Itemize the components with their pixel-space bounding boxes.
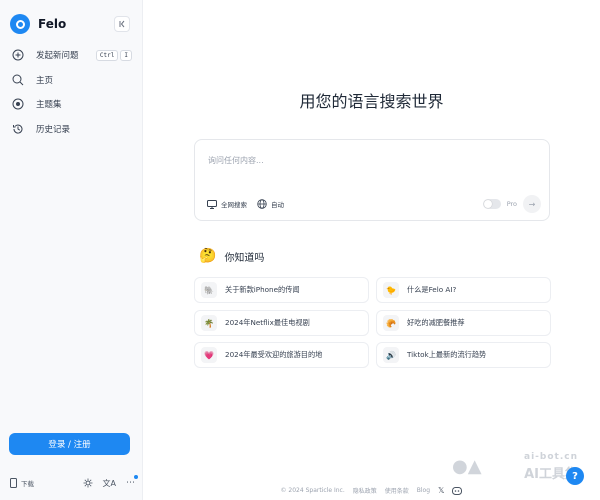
- collapse-sidebar-button[interactable]: [114, 16, 130, 32]
- suggestion-text: 2024年Netflix最佳电视剧: [225, 318, 310, 327]
- copyright: © 2024 Sparticle Inc.: [280, 487, 345, 494]
- suggestion-text: 什么是Felo AI?: [407, 285, 457, 294]
- login-register-button[interactable]: 登录 / 注册: [9, 433, 130, 455]
- did-you-know-header: 🤔 你知道吗: [199, 248, 264, 264]
- pro-toggle[interactable]: [482, 199, 501, 209]
- suggestion-card[interactable]: 💗 2024年最受欢迎的旅游目的地: [194, 342, 369, 368]
- palm-tree-icon: 🌴: [201, 315, 217, 331]
- suggestion-text: 好吃的减肥餐推荐: [407, 318, 465, 327]
- search-actions: Pro →: [482, 195, 541, 213]
- page-title: 用您的语言搜索世界: [299, 92, 444, 111]
- thinking-face-icon: 🤔: [199, 248, 217, 264]
- watermark-line1: ai-bot.cn: [524, 452, 578, 462]
- kbd-i: I: [120, 49, 132, 61]
- phone-icon: [10, 478, 17, 488]
- monitor-icon: [207, 199, 217, 209]
- search-input[interactable]: 询问任何内容...: [208, 155, 264, 166]
- arrow-right-icon: →: [528, 199, 536, 209]
- chick-icon: 🐤: [383, 282, 399, 298]
- suggestion-text: 关于新款iPhone的传闻: [225, 285, 300, 294]
- suggestion-card[interactable]: 🔊 Tiktok上最新的流行趋势: [376, 342, 551, 368]
- sidebar-item-label: 主题集: [36, 100, 62, 110]
- notification-dot: [134, 475, 138, 479]
- footer: © 2024 Sparticle Inc. 隐私政策 使用条款 Blog 𝕏: [143, 486, 600, 495]
- sidebar-item-home[interactable]: 主页: [12, 70, 132, 90]
- felo-logo-icon: [10, 14, 30, 34]
- download-button[interactable]: 下载: [10, 478, 34, 488]
- send-button[interactable]: →: [523, 195, 541, 213]
- language-selector[interactable]: 自动: [257, 199, 284, 209]
- kbd-ctrl: Ctrl: [95, 49, 119, 61]
- main-content: 用您的语言搜索世界 询问任何内容... 全网搜索 自动 Pro → 🤔 你知道吗…: [143, 0, 600, 500]
- source-label: 全网搜索: [221, 201, 247, 209]
- suggestion-text: Tiktok上最新的流行趋势: [407, 350, 487, 359]
- brand-name: Felo: [38, 17, 67, 31]
- suggestion-text: 2024年最受欢迎的旅游目的地: [225, 350, 323, 359]
- elephant-icon: 🐘: [201, 282, 217, 298]
- topic-collection-icon: [12, 98, 24, 110]
- speaker-icon: 🔊: [383, 347, 399, 363]
- search-icon: [12, 74, 24, 86]
- brand[interactable]: Felo: [10, 14, 66, 34]
- heart-icon: 💗: [201, 347, 217, 363]
- theme-sun-icon[interactable]: [83, 478, 93, 488]
- pro-label: Pro: [506, 200, 517, 208]
- search-box[interactable]: 询问任何内容... 全网搜索 自动 Pro →: [194, 139, 550, 221]
- croissant-icon: 🥐: [383, 315, 399, 331]
- sidebar-item-topics[interactable]: 主题集: [12, 94, 132, 114]
- sidebar-item-label: 历史记录: [36, 125, 71, 135]
- history-icon: [12, 123, 24, 135]
- discord-icon[interactable]: [452, 486, 463, 495]
- suggestion-card[interactable]: 🌴 2024年Netflix最佳电视剧: [194, 310, 369, 336]
- x-twitter-icon[interactable]: 𝕏: [438, 486, 444, 495]
- language-translate-icon[interactable]: 文A: [103, 478, 116, 489]
- sidebar-item-label: 发起新问题: [36, 51, 79, 61]
- watermark-figure-icon: ●▲: [452, 456, 482, 477]
- download-label: 下载: [21, 480, 34, 488]
- shortcut-hint: Ctrl I: [95, 49, 132, 61]
- suggestion-card[interactable]: 🐤 什么是Felo AI?: [376, 277, 551, 303]
- source-selector[interactable]: 全网搜索: [207, 199, 247, 209]
- footer-link-privacy[interactable]: 隐私政策: [353, 486, 377, 495]
- sidebar-item-history[interactable]: 历史记录: [12, 119, 132, 139]
- globe-icon: [257, 199, 267, 209]
- language-label: 自动: [271, 201, 284, 209]
- help-button[interactable]: ?: [566, 467, 584, 485]
- sidebar-item-new-question[interactable]: 发起新问题 Ctrl I: [12, 45, 132, 65]
- sidebar-bottom-bar: 下载 文A ⋯: [10, 475, 138, 490]
- footer-link-terms[interactable]: 使用条款: [385, 486, 409, 495]
- sidebar-item-label: 主页: [36, 76, 54, 86]
- search-tools: 全网搜索 自动: [207, 199, 284, 209]
- did-you-know-title: 你知道吗: [224, 252, 265, 264]
- suggestion-card[interactable]: 🐘 关于新款iPhone的传闻: [194, 277, 369, 303]
- suggestion-card[interactable]: 🥐 好吃的减肥餐推荐: [376, 310, 551, 336]
- plus-circle-icon: [12, 49, 24, 61]
- footer-link-blog[interactable]: Blog: [417, 487, 430, 494]
- sidebar: Felo 发起新问题 Ctrl I 主页 主题集 历史记录 登录 / 注册 下载…: [0, 0, 143, 500]
- collapse-sidebar-icon: [119, 20, 125, 28]
- more-options-icon[interactable]: ⋯: [126, 475, 138, 488]
